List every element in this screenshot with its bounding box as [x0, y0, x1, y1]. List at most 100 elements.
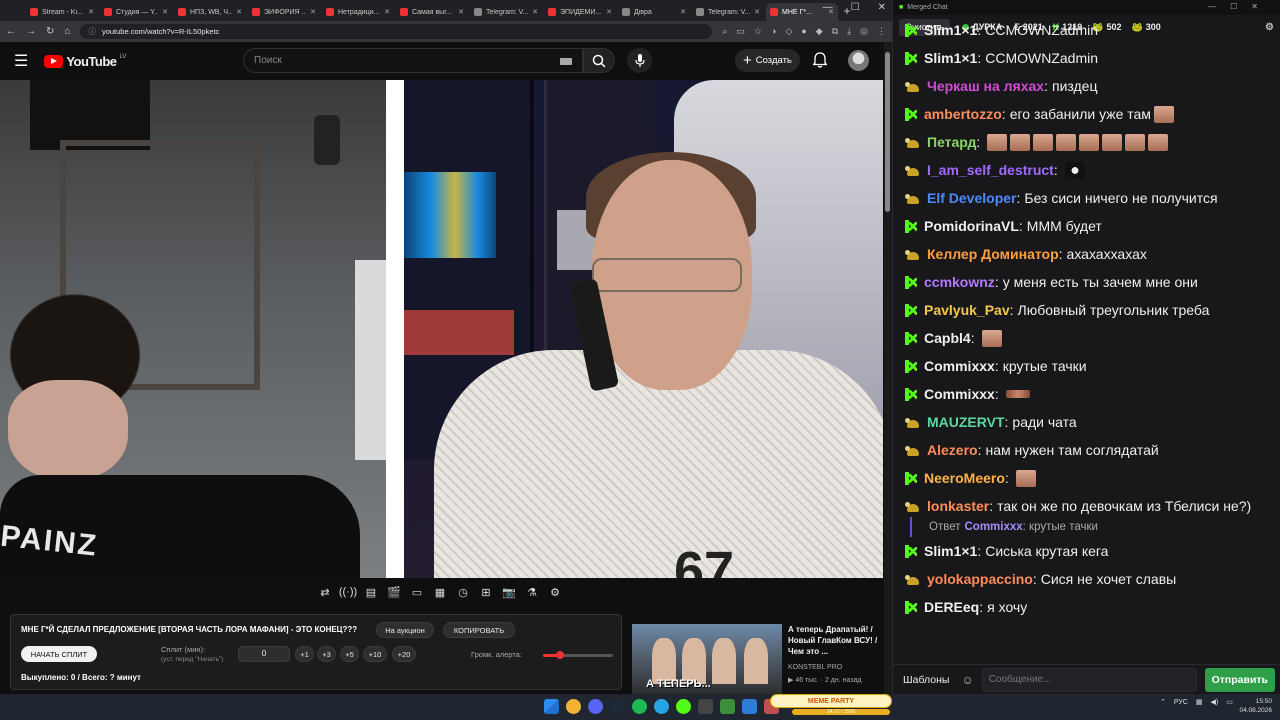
- spotify-icon[interactable]: [632, 699, 647, 714]
- alert-volume-slider[interactable]: [543, 651, 613, 659]
- chat-username[interactable]: Slim1×1: [924, 537, 977, 565]
- chat-username[interactable]: Slim1×1: [924, 44, 977, 72]
- cast-icon[interactable]: ▭: [736, 26, 745, 37]
- menu-icon[interactable]: ☰: [14, 51, 28, 71]
- player-tool-button[interactable]: ▭: [408, 584, 426, 600]
- scrollbar-thumb[interactable]: [885, 52, 890, 212]
- chat-username[interactable]: I_am_self_destruct: [927, 156, 1054, 184]
- chat-username[interactable]: Commixxx: [924, 380, 995, 408]
- windows-start-icon[interactable]: [544, 699, 559, 714]
- meme-party-widget[interactable]: MEME PARTY: [770, 694, 892, 708]
- start-split-button[interactable]: НАЧАТЬ СПЛИТ: [21, 646, 97, 662]
- app-icon[interactable]: [676, 699, 691, 714]
- to-auction-button[interactable]: На аукцион: [376, 622, 434, 638]
- obs-icon[interactable]: [698, 699, 713, 714]
- chat-username[interactable]: Келлер Доминатор: [927, 240, 1059, 268]
- emoji-icon[interactable]: ☺: [961, 673, 973, 687]
- reply-user[interactable]: Commixxx: [964, 521, 1022, 533]
- profile-icon[interactable]: ◎: [860, 26, 868, 37]
- player-tool-button[interactable]: ((·)): [339, 584, 357, 600]
- chat-username[interactable]: NeeroMeero: [924, 464, 1005, 492]
- chat-username[interactable]: Alezero: [927, 436, 978, 464]
- player-tool-button[interactable]: ◷: [454, 584, 472, 600]
- chat-username[interactable]: ambertozzo: [924, 100, 1002, 128]
- voice-search-button[interactable]: [627, 48, 652, 73]
- tab-close-icon[interactable]: ✕: [680, 8, 686, 16]
- player-tool-button[interactable]: ▤: [362, 584, 380, 600]
- chat-username[interactable]: Петард: [927, 128, 976, 156]
- add-10-button[interactable]: +10: [363, 646, 387, 662]
- chat-username[interactable]: Elf Developer: [927, 184, 1016, 212]
- chat-username[interactable]: DEREeq: [924, 593, 979, 621]
- browser-tab[interactable]: Telegram: V... ✕: [692, 3, 764, 21]
- tab-close-icon[interactable]: ✕: [532, 8, 538, 16]
- chat-window-controls[interactable]: —☐✕: [1208, 2, 1272, 11]
- chat-username[interactable]: Capbl4: [924, 324, 971, 352]
- player-tool-button[interactable]: ⊞: [477, 584, 495, 600]
- extensions-icon[interactable]: ⧉: [832, 26, 838, 37]
- url-field[interactable]: ⓘ youtube.com/watch?v=R-IL50pketc: [80, 24, 713, 39]
- network-icon[interactable]: ▦: [1196, 698, 1203, 706]
- player-tool-button[interactable]: 📷: [500, 584, 518, 600]
- extension-icon[interactable]: ◇: [785, 26, 792, 37]
- chat-username[interactable]: PomidorinaVL: [924, 212, 1019, 240]
- chat-username[interactable]: Slim1×1: [924, 16, 977, 44]
- telegram-icon[interactable]: [654, 699, 669, 714]
- bookmark-icon[interactable]: ☆: [754, 26, 762, 37]
- browser-tab[interactable]: Stream - Ki... ✕: [26, 3, 98, 21]
- player-tool-button[interactable]: ⚗: [523, 584, 541, 600]
- player-tool-button[interactable]: ⇄: [316, 584, 334, 600]
- home-icon[interactable]: ⌂: [64, 26, 70, 37]
- tab-close-icon[interactable]: ✕: [458, 8, 464, 16]
- site-info-icon[interactable]: ⓘ: [88, 26, 96, 37]
- recommended-title[interactable]: А теперь Драпатый! / Новый ГлавКом ВСУ! …: [788, 624, 880, 657]
- browser-tab[interactable]: ЭПИДЕМИ... ✕: [544, 3, 616, 21]
- search-button[interactable]: [583, 48, 615, 73]
- minimize-icon[interactable]: —: [823, 2, 833, 13]
- extension-icon[interactable]: ◑: [771, 26, 776, 37]
- recommended-channel[interactable]: KONSTEBL PRO: [788, 664, 842, 671]
- chrome-icon[interactable]: [566, 699, 581, 714]
- app-icon[interactable]: [742, 699, 757, 714]
- volume-icon[interactable]: ◀): [1211, 698, 1219, 706]
- split-minutes-input[interactable]: 0: [238, 646, 290, 662]
- tab-close-icon[interactable]: ✕: [754, 8, 760, 16]
- chat-username[interactable]: yolokappaccino: [927, 565, 1033, 593]
- youtube-logo[interactable]: YouTube LV: [44, 54, 126, 69]
- chat-username[interactable]: Commixxx: [924, 352, 995, 380]
- tab-close-icon[interactable]: ✕: [384, 8, 390, 16]
- tray-chevron-icon[interactable]: ⌃: [1160, 698, 1166, 706]
- page-scrollbar[interactable]: [884, 42, 892, 694]
- tab-close-icon[interactable]: ✕: [162, 8, 168, 16]
- video-player[interactable]: PAINZ 67: [0, 80, 883, 578]
- player-tool-button[interactable]: ▦: [431, 584, 449, 600]
- browser-tab[interactable]: Самая выг... ✕: [396, 3, 468, 21]
- keyboard-icon[interactable]: [560, 58, 572, 65]
- video-thumbnail[interactable]: А ТЕПЕРЬ...: [632, 624, 782, 696]
- steam-icon[interactable]: [610, 699, 625, 714]
- browser-tab[interactable]: Студия — Y... ✕: [100, 3, 172, 21]
- battery-icon[interactable]: ▭: [1226, 698, 1233, 706]
- chat-username[interactable]: Черкаш на ляхах: [927, 72, 1044, 100]
- add-5-button[interactable]: +5: [340, 646, 359, 662]
- chat-username[interactable]: MAUZERVT: [927, 408, 1005, 436]
- account-avatar[interactable]: [848, 50, 869, 71]
- chat-username[interactable]: lonkaster: [927, 498, 989, 514]
- recommended-video[interactable]: А ТЕПЕРЬ... А теперь Драпатый! / Новый Г…: [632, 620, 882, 696]
- add-20-button[interactable]: +20: [392, 646, 416, 662]
- chat-username[interactable]: Pavlyuk_Pav: [924, 296, 1010, 324]
- browser-tab[interactable]: Дівра ✕: [618, 3, 690, 21]
- player-tool-button[interactable]: ⚙: [546, 584, 564, 600]
- extension-icon[interactable]: ●: [801, 26, 806, 37]
- chat-username[interactable]: ccmkownz: [924, 268, 995, 296]
- browser-tab[interactable]: Telegram: V... ✕: [470, 3, 542, 21]
- search-input[interactable]: [244, 49, 582, 72]
- add-3-button[interactable]: +3: [317, 646, 336, 662]
- create-button[interactable]: + Создать: [735, 49, 800, 72]
- app-icon[interactable]: [720, 699, 735, 714]
- message-input[interactable]: [981, 667, 1197, 692]
- copy-button[interactable]: КОПИРОВАТЬ: [443, 622, 515, 638]
- zoom-icon[interactable]: ⌕: [722, 26, 727, 37]
- language-indicator[interactable]: РУС: [1174, 699, 1188, 706]
- templates-button[interactable]: Шаблоны: [899, 674, 953, 686]
